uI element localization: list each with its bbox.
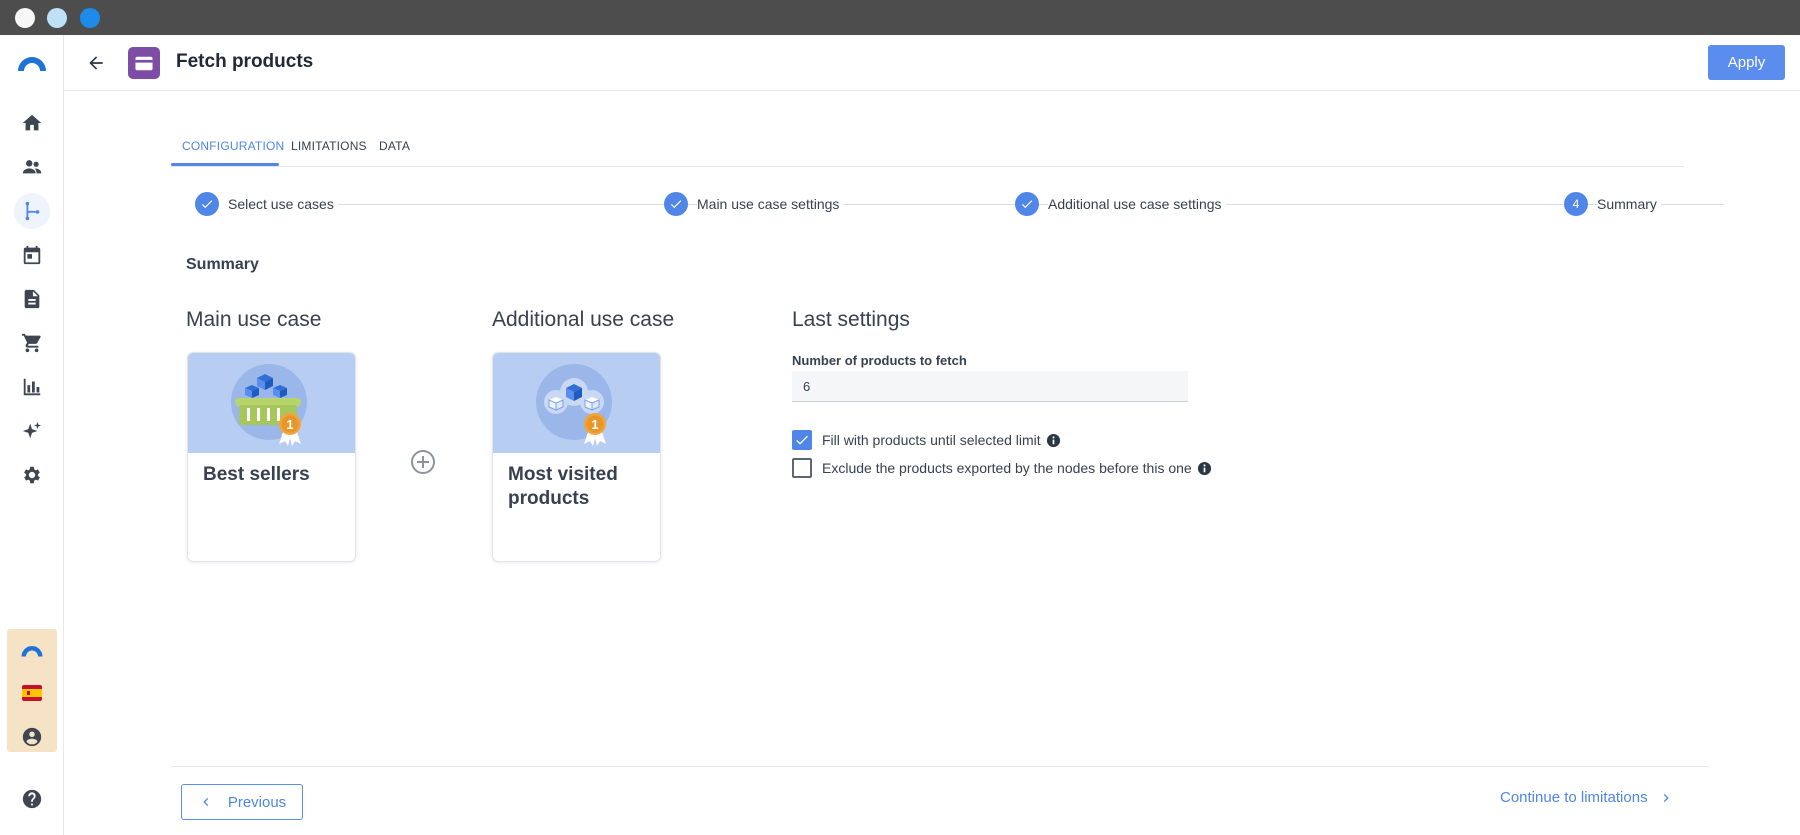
sidebar-item-calendar[interactable] <box>14 237 50 273</box>
step-label: Main use case settings <box>697 196 844 212</box>
sidebar-item-documents[interactable] <box>14 281 50 317</box>
step-main-use-case-settings[interactable]: Main use case settings <box>664 192 844 216</box>
section-title: Summary <box>186 256 259 273</box>
check-icon <box>195 192 219 216</box>
fill-limit-checkbox[interactable] <box>792 430 812 450</box>
footer-divider <box>171 766 1709 767</box>
add-circle-icon <box>411 450 435 474</box>
back-button[interactable] <box>82 49 110 77</box>
sparkle-icon <box>22 421 42 439</box>
step-label: Additional use case settings <box>1048 196 1226 212</box>
sidebar-item-ai[interactable] <box>14 413 50 449</box>
brand-logo-icon <box>21 646 43 657</box>
previous-button[interactable]: Previous <box>181 784 303 820</box>
step-summary[interactable]: 4 Summary <box>1564 192 1661 216</box>
card-illustration: 1 <box>493 353 660 453</box>
sidebar-item-profile[interactable] <box>14 719 50 755</box>
fill-limit-label: Fill with products until selected limit <box>822 432 1041 448</box>
chart-icon <box>23 378 41 396</box>
window-maximize-button[interactable] <box>80 8 100 28</box>
boxes-award-icon: 1 <box>535 364 612 446</box>
continue-button[interactable]: Continue to limitations <box>1500 789 1674 806</box>
flow-icon <box>25 201 40 221</box>
help-icon <box>22 789 42 809</box>
check-icon <box>1015 192 1039 216</box>
svg-text:1: 1 <box>591 417 598 432</box>
exclude-exported-option[interactable]: Exclude the products exported by the nod… <box>792 458 1212 478</box>
check-icon <box>796 435 808 445</box>
info-icon[interactable] <box>1046 433 1061 448</box>
products-count-input[interactable] <box>792 371 1188 402</box>
stepper: Select use cases Main use case settings … <box>171 190 1724 220</box>
sidebar-item-help[interactable] <box>14 781 50 817</box>
step-label: Summary <box>1597 196 1661 212</box>
tab-limitations[interactable]: LIMITATIONS <box>291 139 367 153</box>
chevron-left-icon <box>203 798 209 806</box>
tab-data[interactable]: DATA <box>379 139 410 153</box>
chevron-right-icon <box>1663 793 1669 802</box>
exclude-exported-checkbox[interactable] <box>792 458 812 478</box>
arrow-left-icon <box>89 56 103 70</box>
step-label: Select use cases <box>228 196 338 212</box>
sidebar-item-home[interactable] <box>14 105 50 141</box>
card-icon <box>135 56 153 70</box>
products-count-label: Number of products to fetch <box>792 353 967 368</box>
cart-icon <box>21 333 41 353</box>
use-case-card-most-visited[interactable]: 1 Most visited products <box>492 352 661 562</box>
info-icon[interactable] <box>1197 461 1212 476</box>
tab-bar: CONFIGURATION LIMITATIONS DATA <box>171 127 1684 167</box>
sidebar <box>0 35 64 835</box>
step-select-use-cases[interactable]: Select use cases <box>195 192 338 216</box>
account-circle-icon <box>22 727 42 747</box>
step-additional-use-case-settings[interactable]: Additional use case settings <box>1015 192 1226 216</box>
window-titlebar <box>0 0 1800 35</box>
sidebar-item-people[interactable] <box>14 149 50 185</box>
card-illustration: 1 <box>188 353 355 453</box>
calendar-icon <box>23 245 41 265</box>
fill-limit-option[interactable]: Fill with products until selected limit <box>792 430 1061 450</box>
previous-label: Previous <box>227 793 287 811</box>
spain-flag-icon <box>22 685 42 701</box>
page-header: Fetch products Apply <box>64 35 1800 91</box>
page-title: Fetch products <box>176 51 314 72</box>
gear-icon <box>24 466 40 484</box>
exclude-exported-label: Exclude the products exported by the nod… <box>822 460 1192 476</box>
additional-use-case-heading: Additional use case <box>492 308 675 331</box>
active-tab-indicator <box>171 163 279 166</box>
apply-button[interactable]: Apply <box>1708 45 1785 80</box>
sidebar-item-flows[interactable] <box>14 193 50 229</box>
last-settings-heading: Last settings <box>792 308 910 331</box>
step-number: 4 <box>1564 192 1588 216</box>
card-title: Most visited products <box>508 464 618 509</box>
continue-label: Continue to limitations <box>1500 789 1648 806</box>
app-logo[interactable] <box>14 45 50 81</box>
check-icon <box>664 192 688 216</box>
people-icon <box>22 160 42 174</box>
tab-configuration[interactable]: CONFIGURATION <box>182 139 284 153</box>
sidebar-item-settings[interactable] <box>14 457 50 493</box>
svg-text:1: 1 <box>286 417 293 432</box>
sidebar-item-analytics[interactable] <box>14 369 50 405</box>
logo-icon <box>18 57 46 71</box>
window-minimize-button[interactable] <box>47 8 67 28</box>
document-icon <box>24 289 40 309</box>
home-icon <box>22 114 42 131</box>
sidebar-item-cart[interactable] <box>14 325 50 361</box>
basket-award-icon: 1 <box>230 364 307 446</box>
use-case-card-best-sellers[interactable]: 1 Best sellers <box>187 352 356 562</box>
card-title: Best sellers <box>203 464 310 485</box>
node-type-icon <box>128 47 160 79</box>
main-use-case-heading: Main use case <box>186 308 322 331</box>
window-close-button[interactable] <box>15 8 35 28</box>
